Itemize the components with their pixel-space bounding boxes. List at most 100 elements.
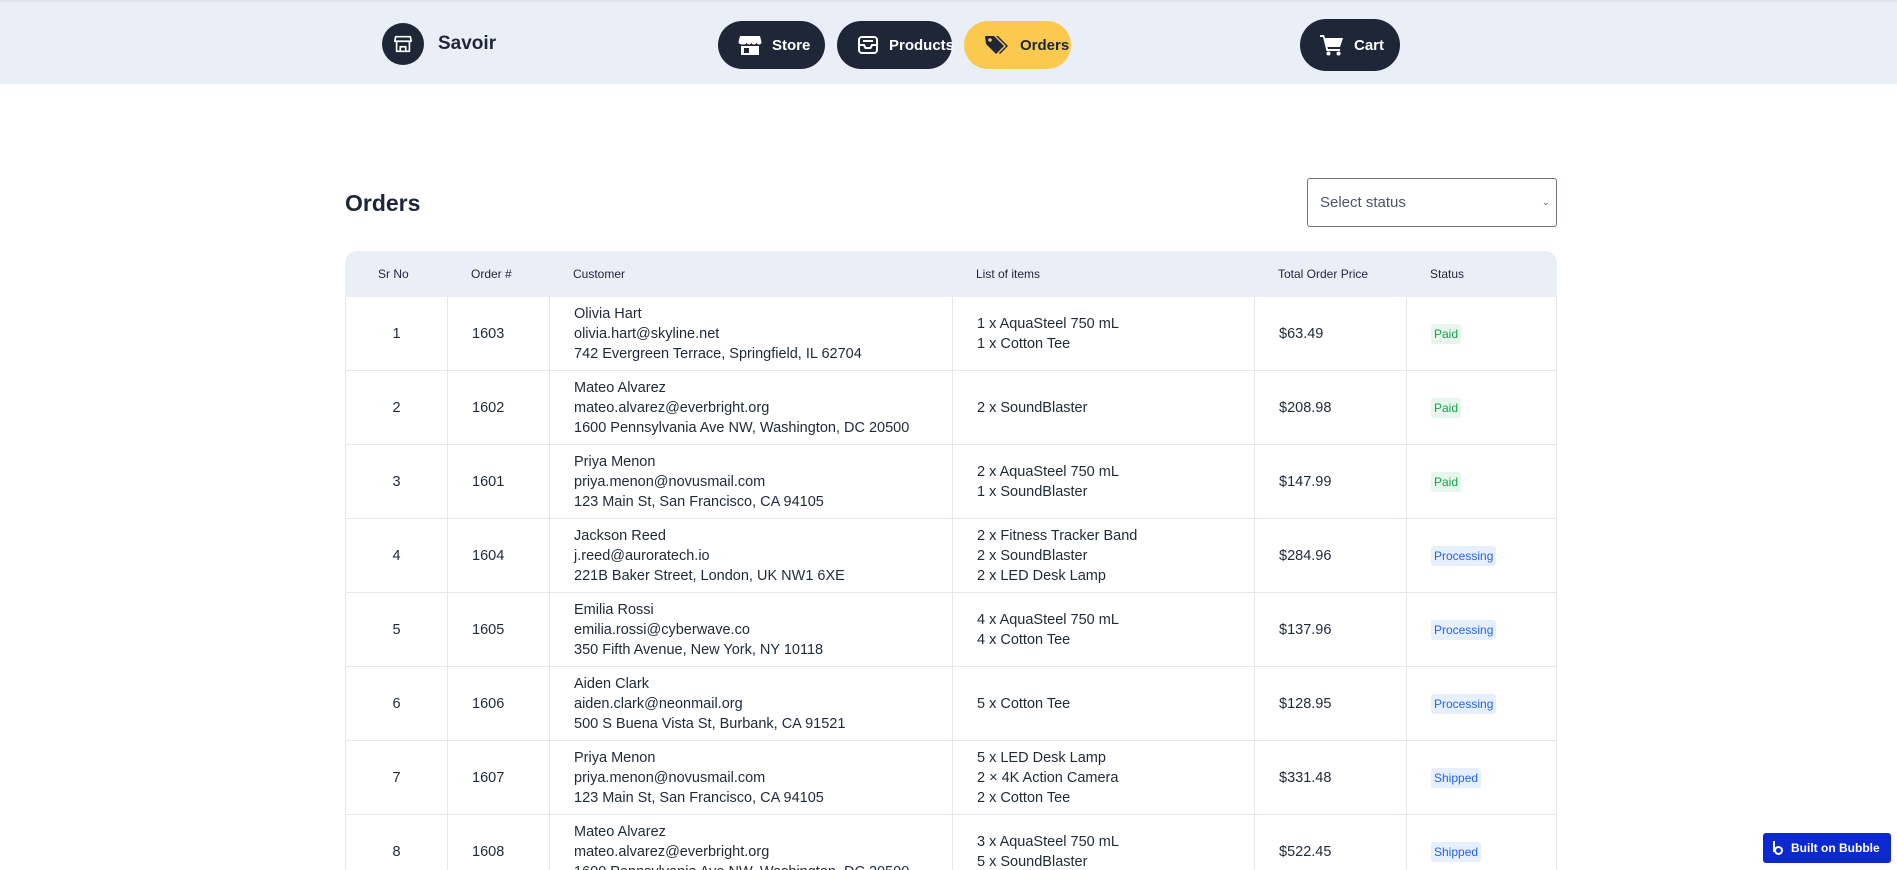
cell-order-number: 1601: [472, 445, 549, 518]
customer-email: priya.menon@novusmail.com: [574, 769, 766, 786]
column-divider: [1254, 445, 1255, 518]
column-divider: [447, 593, 448, 666]
total-price-value: $208.98: [1279, 399, 1332, 416]
status-badge: Shipped: [1431, 767, 1482, 788]
cell-order-number: 1606: [472, 667, 549, 740]
cell-customer: Mateo Alvarez mateo.alvarez@everbright.or…: [574, 815, 952, 870]
customer-email: emilia.rossi@cyberwave.co: [574, 621, 750, 638]
cell-items: 5 x Cotton Tee: [977, 667, 1254, 740]
tags-icon: [985, 36, 1008, 54]
cell-total: $284.96: [1279, 519, 1406, 592]
brand-name: Savoir: [438, 33, 497, 54]
order-item: 2 x LED Desk Lamp: [977, 567, 1106, 584]
order-item: 4 x Cotton Tee: [977, 631, 1071, 648]
order-number-value: 1607: [472, 769, 505, 786]
column-divider: [1254, 519, 1255, 592]
column-divider: [447, 815, 448, 870]
customer-email: j.reed@auroratech.io: [574, 547, 710, 564]
cell-items: 1 x AquaSteel 750 mL 1 x Cotton Tee: [977, 297, 1254, 370]
order-number-value: 1604: [472, 547, 505, 564]
table-row[interactable]: 4 1604 Jackson Reed j.reed@auroratech.io 221…: [345, 519, 1557, 593]
nav-products-label: Products: [889, 36, 955, 54]
cell-order-number: 1608: [472, 815, 549, 870]
column-divider: [1254, 593, 1255, 666]
table-row[interactable]: 7 1607 Priya Menon priya.menon@novusmail.co…: [345, 741, 1557, 815]
column-divider: [1406, 445, 1407, 518]
column-divider: [549, 593, 550, 666]
cell-status: Processing: [1431, 519, 1558, 592]
page-title: Orders: [345, 190, 421, 216]
cart-icon: [1320, 35, 1343, 56]
order-item: 5 x LED Desk Lamp: [977, 749, 1106, 766]
column-divider: [549, 297, 550, 370]
cell-order-number: 1605: [472, 593, 549, 666]
order-number-value: 1606: [472, 695, 505, 712]
sr-no-value: 8: [392, 843, 401, 860]
customer-name: Olivia Hart: [574, 305, 642, 322]
cell-sr-no: 8: [346, 815, 447, 870]
customer-address: 123 Main St, San Francisco, CA 94105: [574, 789, 824, 806]
column-divider: [549, 667, 550, 740]
column-divider: [1254, 667, 1255, 740]
order-number-value: 1603: [472, 325, 505, 342]
table-row[interactable]: 3 1601 Priya Menon priya.menon@novusmail.co…: [345, 445, 1557, 519]
cell-status: Paid: [1431, 297, 1558, 370]
column-divider: [447, 519, 448, 592]
order-number-value: 1605: [472, 621, 505, 638]
cell-order-number: 1603: [472, 297, 549, 370]
cell-sr-no: 5: [346, 593, 447, 666]
order-item: 5 x Cotton Tee: [977, 695, 1071, 712]
nav-orders-button[interactable]: Orders: [964, 21, 1071, 69]
table-row[interactable]: 2 1602 Mateo Alvarez mateo.alvarez@everbrig…: [345, 371, 1557, 445]
column-divider: [447, 667, 448, 740]
customer-address: 500 S Buena Vista St, Burbank, CA 91521: [574, 715, 846, 732]
column-divider: [1254, 371, 1255, 444]
order-item: 1 x SoundBlaster: [977, 483, 1088, 500]
cell-total: $522.45: [1279, 815, 1406, 870]
header-customer: Customer: [573, 267, 626, 281]
cell-sr-no: 1: [346, 297, 447, 370]
status-badge: Processing: [1431, 619, 1497, 640]
cell-status: Processing: [1431, 593, 1558, 666]
sr-no-value: 7: [392, 769, 401, 786]
nav-products-button[interactable]: Products: [837, 21, 955, 69]
header-sr-no: Sr No: [378, 267, 409, 281]
cell-items: 2 x AquaSteel 750 mL 1 x SoundBlaster: [977, 445, 1254, 518]
cell-items: 5 x LED Desk Lamp 2 × 4K Action Camera 2 x…: [977, 741, 1254, 814]
column-divider: [549, 371, 550, 444]
table-row[interactable]: 5 1605 Emilia Rossi emilia.rossi@cyberwave.…: [345, 593, 1557, 667]
customer-email: priya.menon@novusmail.com: [574, 473, 766, 490]
column-divider: [447, 297, 448, 370]
cell-status: Shipped: [1431, 741, 1558, 814]
nav-store-button[interactable]: Store: [718, 21, 825, 69]
table-row[interactable]: 8 1608 Mateo Alvarez mateo.alvarez@everbrig…: [345, 815, 1557, 870]
table-row[interactable]: 1 1603 Olivia Hart olivia.hart@skyline.net 7…: [345, 297, 1557, 371]
cell-status: Paid: [1431, 371, 1558, 444]
cell-total: $137.96: [1279, 593, 1406, 666]
nav-cart-button[interactable]: Cart: [1300, 19, 1400, 71]
orders-table-header: Sr No Order # Customer List of items Tot…: [345, 251, 1557, 297]
brand[interactable]: Savoir: [382, 21, 496, 67]
table-row[interactable]: 6 1606 Aiden Clark aiden.clark@neonmail.org…: [345, 667, 1557, 741]
cell-order-number: 1604: [472, 519, 549, 592]
order-number-value: 1601: [472, 473, 505, 490]
cell-customer: Olivia Hart olivia.hart@skyline.net 742 Ev…: [574, 297, 952, 370]
bubble-logo-icon: [1773, 841, 1783, 855]
cell-customer: Priya Menon priya.menon@novusmail.com 123 …: [574, 445, 952, 518]
top-nav-bar: Savoir Store Products Orders Cart: [0, 0, 1897, 84]
customer-name: Mateo Alvarez: [574, 379, 666, 396]
customer-address: 350 Fifth Avenue, New York, NY 10118: [574, 641, 824, 658]
customer-address: 1600 Pennsylvania Ave NW, Washington, DC…: [574, 419, 910, 436]
customer-name: Aiden Clark: [574, 675, 649, 692]
built-on-bubble-badge[interactable]: Built on Bubble: [1763, 833, 1891, 863]
cell-status: Paid: [1431, 445, 1558, 518]
cell-status: Shipped: [1431, 815, 1558, 870]
chevron-down-icon: ⌄: [1541, 197, 1550, 208]
customer-address: 1600 Pennsylvania Ave NW, Washington, DC…: [574, 862, 952, 870]
column-divider: [952, 667, 953, 740]
customer-name: Priya Menon: [574, 749, 656, 766]
status-filter-select[interactable]: Select status ⌄: [1307, 178, 1557, 227]
order-item: 2 x Cotton Tee: [977, 789, 1071, 806]
column-divider: [1406, 297, 1407, 370]
sr-no-value: 6: [392, 695, 401, 712]
